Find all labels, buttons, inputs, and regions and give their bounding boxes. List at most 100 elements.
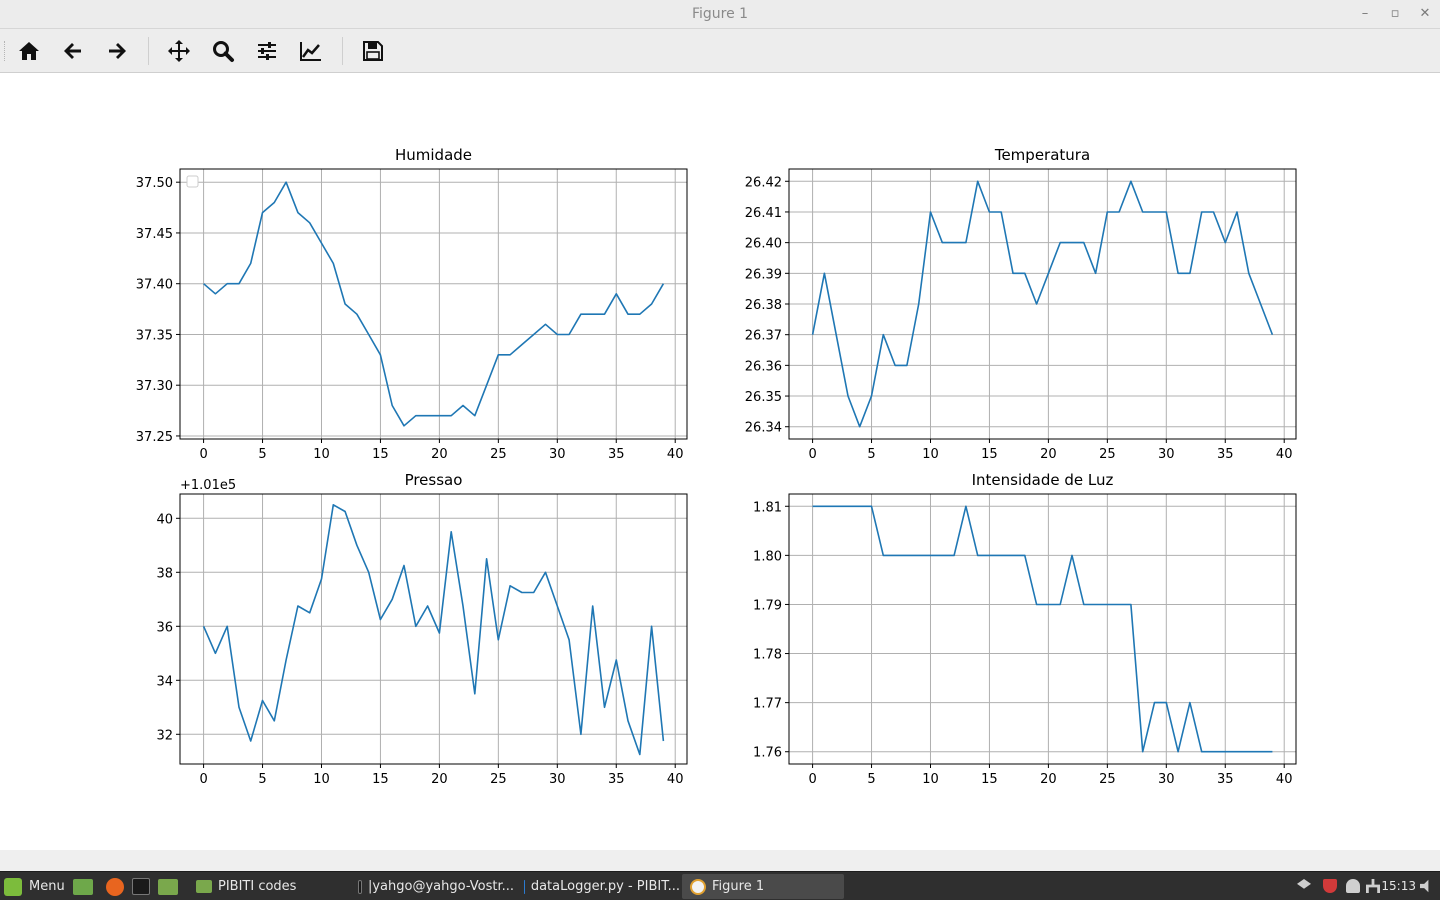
minimize-button[interactable]: – (1354, 3, 1376, 25)
matplotlib-icon (690, 878, 706, 895)
close-button[interactable]: ✕ (1414, 3, 1436, 25)
clock: 15:13 (1381, 879, 1416, 893)
maximize-button[interactable]: ▫ (1384, 3, 1406, 25)
x-tick-label: 5 (258, 447, 266, 462)
title-bar: Figure 1 – ▫ ✕ (0, 0, 1440, 29)
y-tick-label: 1.76 (753, 746, 782, 761)
menu-label: Menu (29, 879, 65, 894)
forward-button[interactable] (102, 36, 132, 66)
toolbar-grip[interactable] (4, 41, 7, 61)
x-tick-label: 10 (313, 447, 330, 462)
chart-title: Intensidade de Luz (972, 471, 1114, 489)
y-tick-label: 26.37 (745, 329, 782, 344)
network-icon[interactable] (1366, 879, 1380, 893)
x-tick-label: 10 (922, 772, 939, 787)
x-tick-label: 10 (922, 447, 939, 462)
x-tick-label: 5 (258, 772, 266, 787)
save-button[interactable] (358, 36, 388, 66)
y-offset-text: +1.01e5 (180, 478, 236, 493)
menu-button[interactable]: Menu (4, 874, 65, 899)
back-icon (64, 43, 81, 59)
x-tick-label: 15 (981, 447, 998, 462)
back-button[interactable] (58, 36, 88, 66)
edit-axis-button[interactable] (296, 36, 326, 66)
x-tick-label: 35 (1217, 447, 1234, 462)
user-icon[interactable] (1346, 879, 1360, 893)
volume-icon[interactable] (1420, 879, 1429, 893)
terminal-launcher[interactable] (132, 874, 150, 899)
vscode-icon (524, 879, 525, 894)
firefox-icon (106, 877, 124, 896)
toolbar-separator (342, 37, 343, 65)
x-tick-label: 25 (490, 772, 507, 787)
figure-canvas[interactable]: 0 5 10 15 20 25 30 35 40 37.25 37.30 37.35 37.40 37.4… (0, 74, 1440, 850)
home-button[interactable] (14, 36, 44, 66)
x-tick-label: 0 (199, 772, 207, 787)
x-tick-label: 25 (490, 447, 507, 462)
task-vscode[interactable]: dataLogger.py - PIBIT... (516, 874, 680, 899)
y-tick-label: 37.30 (136, 379, 173, 394)
save-icon (363, 41, 383, 61)
zoom-button[interactable] (208, 36, 238, 66)
terminal-icon (132, 878, 150, 895)
folder-icon (196, 880, 212, 893)
x-tick-label: 40 (1276, 772, 1293, 787)
y-tick-label: 26.36 (745, 359, 782, 374)
chart-title: Humidade (395, 146, 472, 164)
task-pibiti-codes[interactable]: PIBITI codes (188, 874, 348, 899)
home-icon (19, 42, 39, 60)
firefox-launcher[interactable] (106, 874, 124, 899)
y-tick-label: 26.42 (745, 175, 782, 190)
y-tick-label: 37.35 (136, 328, 173, 343)
configure-subplots-button[interactable] (252, 36, 282, 66)
y-tick-label: 1.79 (753, 598, 782, 613)
y-tick-label: 37.45 (136, 227, 173, 242)
pan-button[interactable] (164, 36, 194, 66)
y-tick-label: 1.80 (753, 549, 782, 564)
x-tick-label: 30 (1158, 772, 1175, 787)
y-tick-label: 1.77 (753, 697, 782, 712)
folder-icon (158, 878, 178, 895)
y-tick-label: 37.50 (136, 176, 173, 191)
files-launcher[interactable] (158, 874, 178, 899)
legend-box (186, 175, 199, 188)
dropbox-icon[interactable] (1297, 879, 1311, 889)
x-tick-label: 20 (431, 772, 448, 787)
edit-axis-icon (300, 42, 321, 61)
chart-title: Pressao (405, 471, 463, 489)
configure-subplots-icon (258, 42, 276, 60)
toolbar-separator (148, 37, 149, 65)
navigation-toolbar (0, 29, 1440, 73)
x-tick-label: 30 (549, 447, 566, 462)
x-tick-label: 20 (431, 447, 448, 462)
x-tick-label: 15 (372, 772, 389, 787)
x-tick-label: 0 (808, 772, 816, 787)
task-label: PIBITI codes (218, 879, 297, 894)
x-tick-label: 25 (1099, 447, 1116, 462)
y-tick-label: 26.38 (745, 298, 782, 313)
task-label: Figure 1 (712, 879, 765, 894)
series-line (812, 505, 1273, 753)
window-title: Figure 1 (691, 6, 749, 22)
x-tick-label: 5 (867, 447, 875, 462)
y-tick-label: 38 (156, 566, 173, 581)
task-label: dataLogger.py - PIBIT... (530, 879, 680, 894)
x-tick-label: 40 (667, 447, 684, 462)
mint-logo-icon (4, 877, 22, 896)
update-shield-icon[interactable] (1323, 879, 1337, 893)
forward-icon (109, 43, 126, 59)
task-terminal[interactable]: |yahgo@yahgo-Vostr... (350, 874, 514, 899)
figure-svg: 0 5 10 15 20 25 30 35 40 37.25 37.30 37.35 37.40 37.4… (136, 146, 1297, 787)
y-tick-label: 36 (156, 620, 173, 635)
x-tick-label: 30 (1158, 447, 1175, 462)
y-tick-label: 26.34 (745, 421, 782, 436)
y-tick-label: 26.39 (745, 267, 782, 282)
x-tick-label: 20 (1040, 447, 1057, 462)
series-line (203, 181, 665, 427)
x-tick-label: 20 (1040, 772, 1057, 787)
show-desktop-launcher[interactable] (73, 874, 93, 899)
x-tick-label: 40 (667, 772, 684, 787)
y-tick-label: 40 (156, 512, 173, 527)
x-tick-label: 5 (867, 772, 875, 787)
task-figure-1[interactable]: Figure 1 (682, 874, 844, 899)
